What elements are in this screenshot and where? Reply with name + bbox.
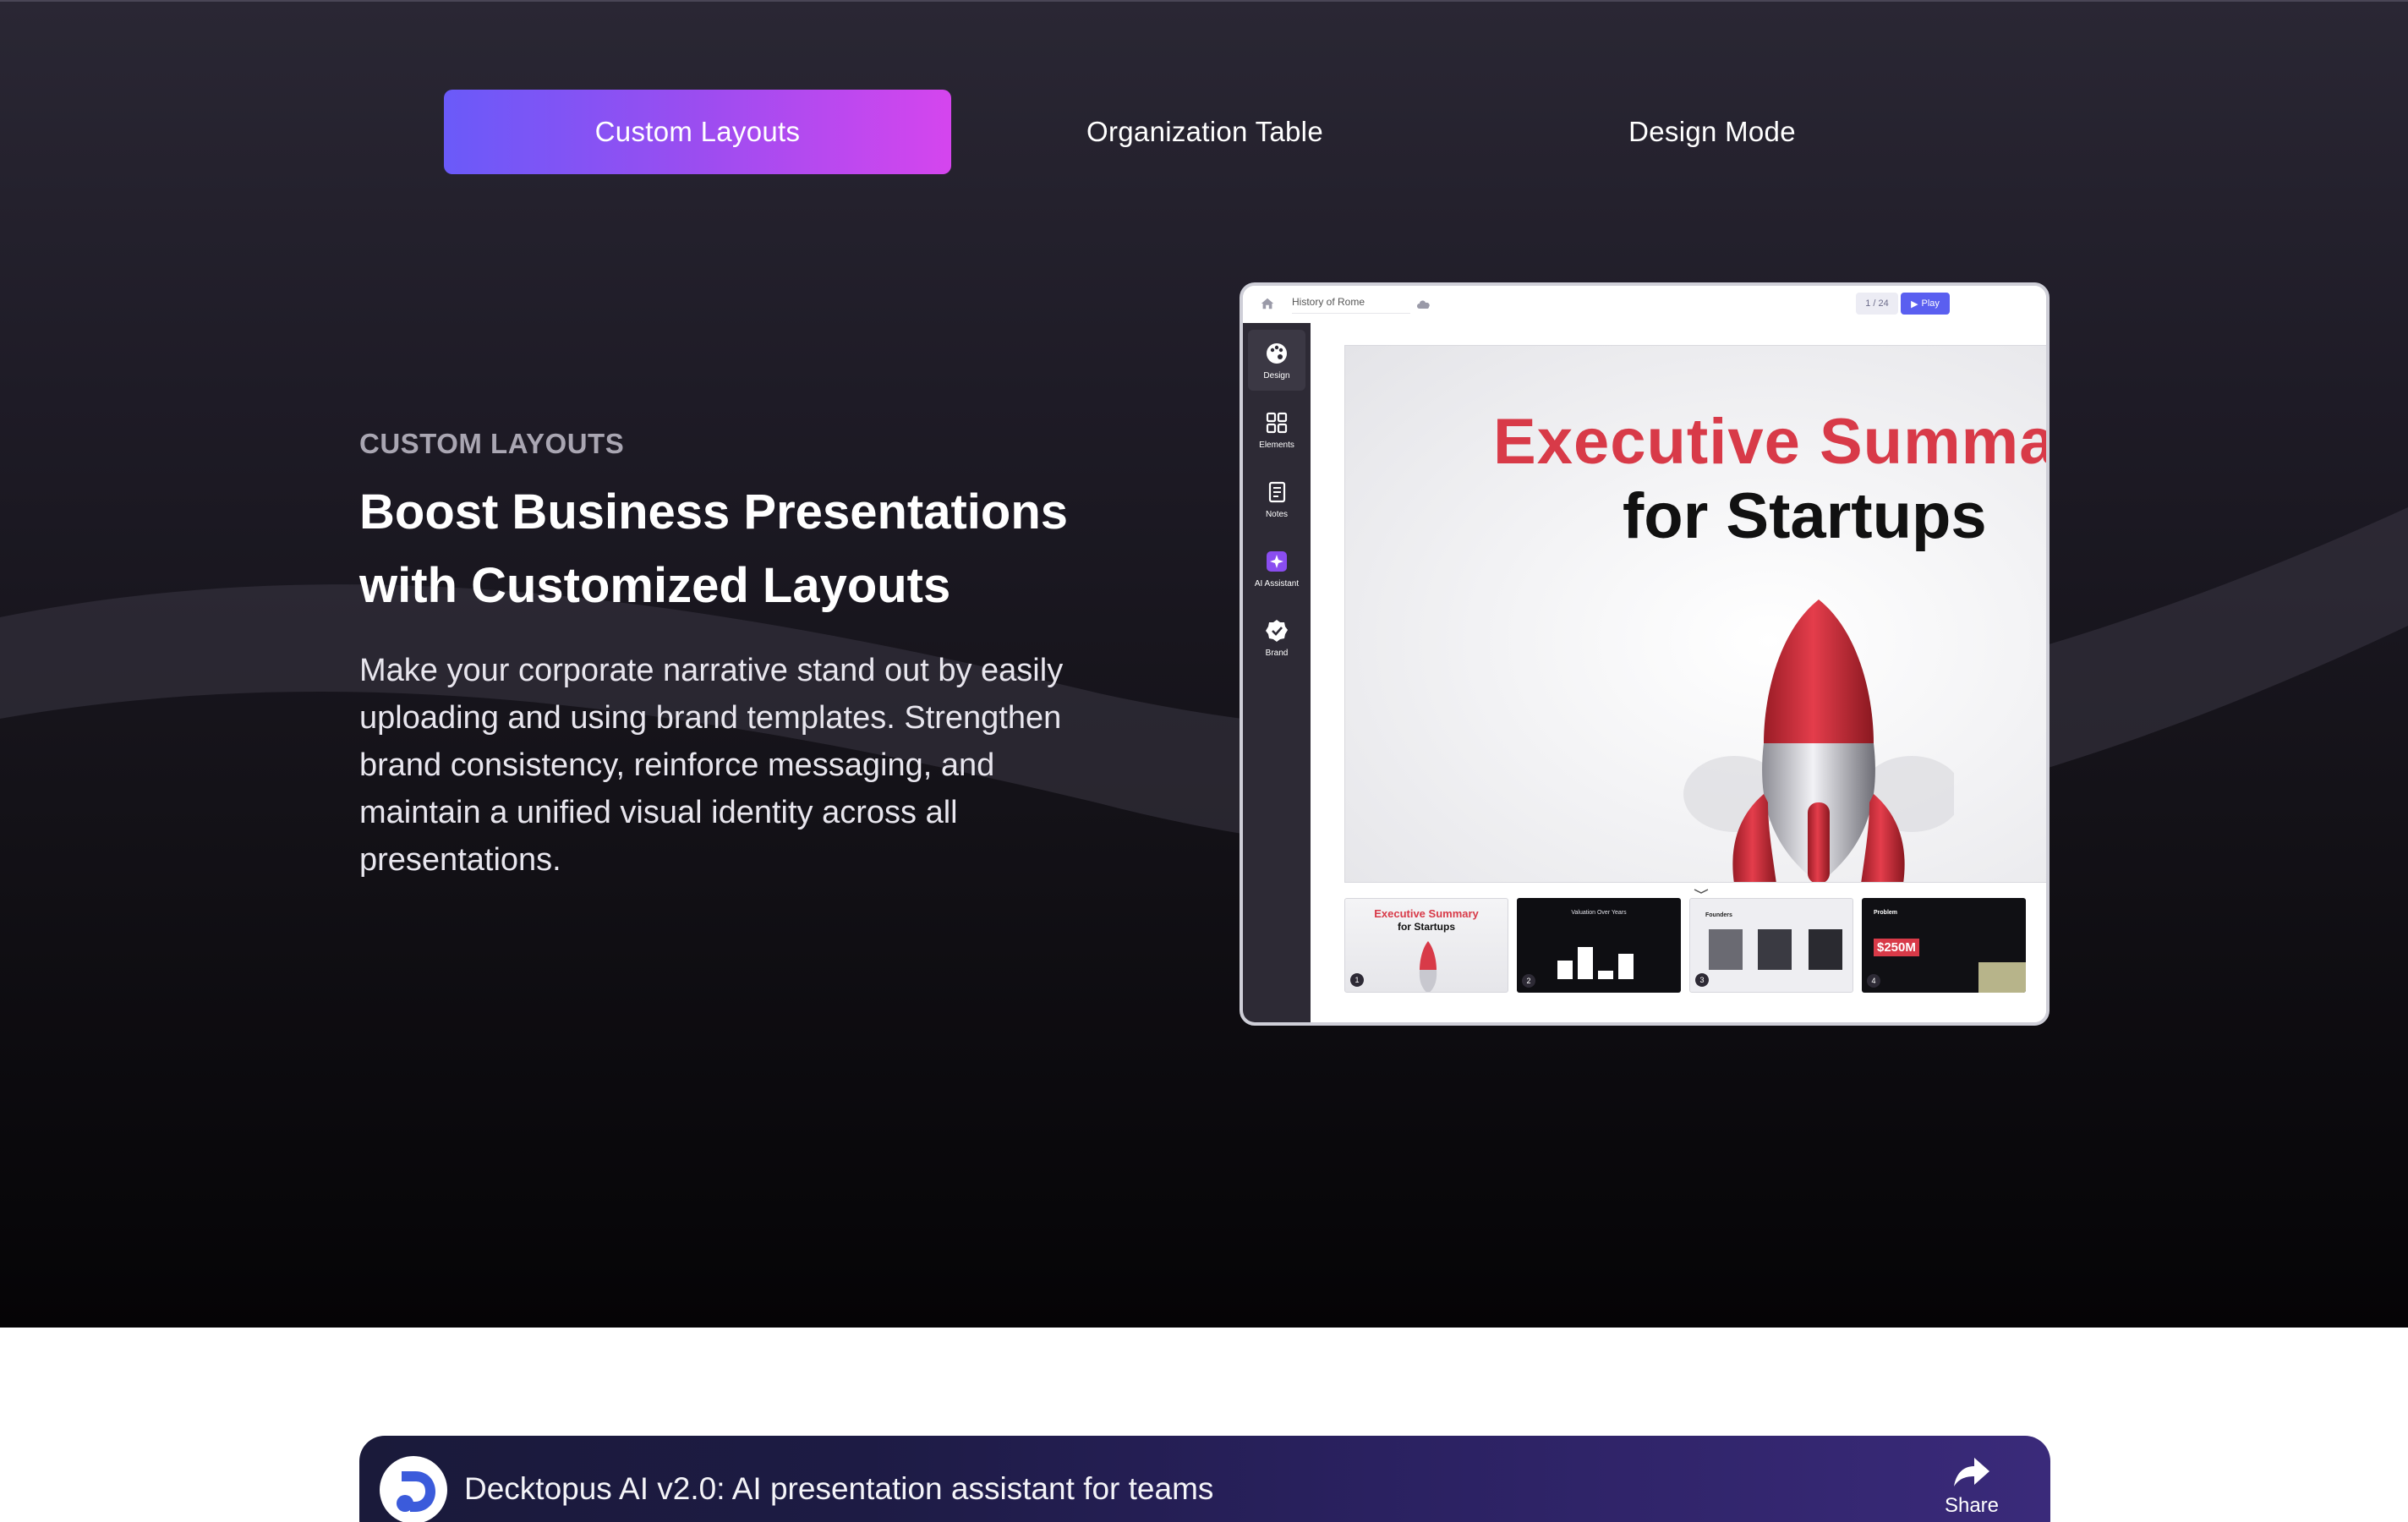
page-counter: 1 / 24	[1856, 293, 1898, 315]
play-icon: ▶	[1911, 298, 1918, 309]
slide-thumbnail[interactable]: Problem $250M 4	[1862, 898, 2026, 993]
badge-check-icon	[1266, 619, 1288, 642]
sidebar-label: Notes	[1265, 509, 1289, 519]
thumbnail-value: $250M	[1874, 939, 1919, 956]
slide-title-line2: for Startups	[1623, 480, 1987, 552]
thumbnail-title: Problem	[1874, 910, 1898, 916]
mockup-sidebar: Design Elements Notes AI Assistant Brand	[1243, 323, 1311, 1022]
sparkle-icon	[1267, 550, 1287, 572]
cloud-icon	[1417, 300, 1430, 309]
mockup-topbar: History of Rome 1 / 24 ▶ Play	[1243, 286, 2046, 323]
sidebar-item-ai-assistant[interactable]: AI Assistant	[1248, 538, 1305, 599]
sidebar-label: Brand	[1265, 648, 1289, 658]
current-slide[interactable]: Executive Summa for Startups	[1344, 345, 2050, 883]
thumbnail-number: 1	[1350, 973, 1364, 987]
home-icon[interactable]	[1260, 296, 1275, 311]
rocket-illustration	[1683, 599, 1954, 882]
thumbnail-subtitle: for Startups	[1397, 921, 1455, 933]
channel-logo[interactable]	[380, 1456, 447, 1522]
play-label: Play	[1921, 298, 1940, 309]
editor-canvas: Executive Summa for Startups Executive S…	[1311, 323, 2050, 1022]
document-title[interactable]: History of Rome	[1292, 296, 1365, 308]
thumbnail-title: Executive Summary	[1374, 907, 1479, 920]
thumbnail-number: 3	[1695, 973, 1709, 987]
founder-photo	[1709, 929, 1743, 970]
section-headline: Boost Business Presentations with Custom…	[359, 485, 1068, 613]
slide-thumbnail-strip: Executive Summary for Startups 1 Valuati…	[1344, 898, 2046, 993]
sidebar-item-brand[interactable]: Brand	[1248, 607, 1305, 668]
chevron-down-icon[interactable]	[1693, 888, 1710, 895]
section-eyebrow: CUSTOM LAYOUTS	[359, 428, 625, 459]
share-arrow-icon	[1954, 1458, 1989, 1486]
founder-photo	[1758, 929, 1792, 970]
app-mockup: History of Rome 1 / 24 ▶ Play Design Elem…	[1240, 282, 2050, 1026]
hero-section: Custom Layouts Organization Table Design…	[0, 0, 2408, 1328]
rocket-thumbnail-icon	[1419, 941, 1437, 992]
video-embed[interactable]: Decktopus AI v2.0: AI presentation assis…	[359, 1436, 2050, 1522]
share-label: Share	[1944, 1494, 2000, 1517]
sidebar-item-design[interactable]: Design	[1248, 330, 1305, 391]
section-description: Make your corporate narrative stand out …	[359, 653, 1064, 878]
founder-photo	[1809, 929, 1842, 970]
video-title[interactable]: Decktopus AI v2.0: AI presentation assis…	[464, 1471, 1213, 1507]
thumbnail-title: Founders	[1705, 912, 1732, 918]
money-image	[1978, 962, 2026, 993]
feature-tabs: Custom Layouts Organization Table Design…	[444, 90, 1797, 174]
slide-thumbnail[interactable]: Valuation Over Years 2	[1517, 898, 1681, 993]
sidebar-item-notes[interactable]: Notes	[1248, 468, 1305, 529]
sidebar-label: Elements	[1259, 440, 1294, 450]
tab-design-mode[interactable]: Design Mode	[1458, 90, 1966, 174]
thumbnail-title: Valuation Over Years	[1571, 910, 1627, 916]
notes-icon	[1268, 481, 1286, 502]
slide-thumbnail[interactable]: Founders 3	[1689, 898, 1853, 993]
tab-organization-table[interactable]: Organization Table	[951, 90, 1458, 174]
title-underline	[1292, 313, 1410, 314]
play-button[interactable]: ▶ Play	[1901, 293, 1950, 315]
grid-icon	[1266, 412, 1288, 433]
decktopus-logo-icon	[397, 1471, 435, 1512]
slide-title-line1: Executive Summa	[1493, 406, 2050, 478]
bar-chart-thumbnail-icon	[1557, 947, 1634, 979]
thumbnail-number: 4	[1867, 974, 1880, 988]
sidebar-item-elements[interactable]: Elements	[1248, 399, 1305, 460]
slide-thumbnail[interactable]: Executive Summary for Startups 1	[1344, 898, 1508, 993]
thumbnail-number: 2	[1522, 974, 1535, 988]
sidebar-label: Design	[1263, 370, 1290, 380]
share-button[interactable]: Share	[1934, 1456, 2010, 1522]
sidebar-label: AI Assistant	[1254, 578, 1300, 589]
palette-icon	[1267, 342, 1287, 364]
tab-custom-layouts[interactable]: Custom Layouts	[444, 90, 951, 174]
